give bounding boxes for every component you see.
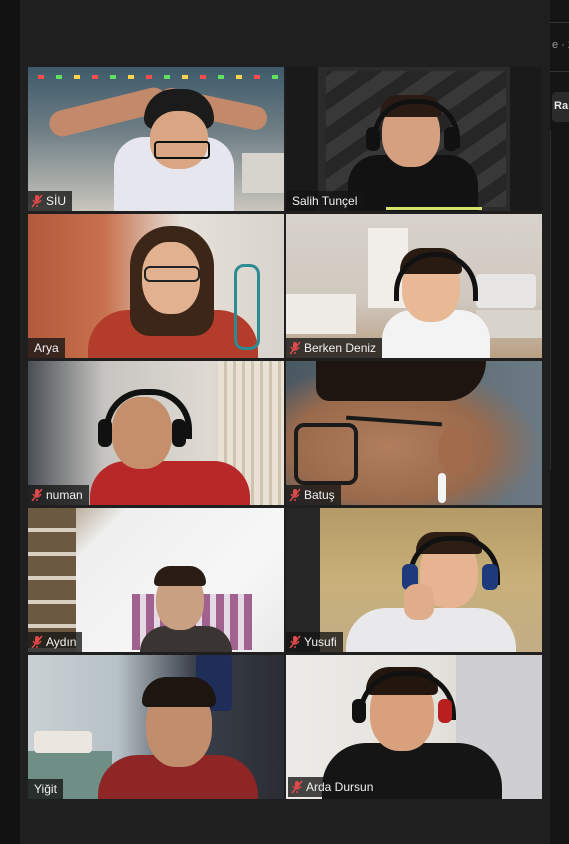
right-panel-divider: [550, 130, 551, 470]
participant-name: Salih Tunçel: [292, 194, 358, 208]
video-tile[interactable]: Yusufi: [286, 508, 542, 652]
participant-name: Yusufi: [304, 635, 337, 649]
muted-mic-icon: [289, 635, 301, 649]
muted-mic-icon: [31, 194, 43, 208]
video-tile[interactable]: numan: [28, 361, 284, 505]
participant-name-tag: Batuş: [286, 485, 341, 505]
left-edge: [0, 0, 20, 844]
right-side-panel: e · 2 Ra: [550, 0, 569, 844]
participant-name: Aydın: [46, 635, 77, 649]
participant-name: SİU: [46, 194, 67, 208]
participant-name: Yiğit: [34, 782, 57, 796]
right-panel-button-label: Ra: [554, 100, 569, 112]
participant-name: Arya: [34, 341, 59, 355]
participant-name-tag: Salih Tunçel: [286, 191, 364, 211]
participant-name-tag: Aydın: [28, 632, 83, 652]
right-panel-button[interactable]: Ra: [552, 92, 569, 122]
participant-name: Berken Deniz: [304, 341, 377, 355]
muted-mic-icon: [31, 635, 43, 649]
muted-mic-icon: [291, 780, 303, 794]
muted-mic-icon: [289, 488, 301, 502]
video-tile-active-speaker[interactable]: Arda Dursun: [286, 655, 542, 799]
muted-mic-icon: [289, 341, 301, 355]
participant-name-tag: Yiğit: [28, 779, 63, 799]
participant-name-tag: Yusufi: [286, 632, 343, 652]
participant-name-tag: Arda Dursun: [288, 777, 380, 797]
video-tile[interactable]: Yiğit: [28, 655, 284, 799]
participant-name-tag: numan: [28, 485, 89, 505]
participant-name-tag: SİU: [28, 191, 73, 211]
video-tile[interactable]: Salih Tunçel: [286, 67, 542, 211]
video-tile[interactable]: Arya: [28, 214, 284, 358]
video-tile[interactable]: Batuş: [286, 361, 542, 505]
right-panel-header-text: e · 2: [552, 39, 569, 51]
video-gallery: SİU Salih Tunçel Arya Berken Deniz numan…: [20, 0, 550, 844]
participant-name-tag: Berken Deniz: [286, 338, 383, 358]
muted-mic-icon: [31, 488, 43, 502]
video-tile[interactable]: Aydın: [28, 508, 284, 652]
participant-name-tag: Arya: [28, 338, 65, 358]
participant-name: Batuş: [304, 488, 335, 502]
participant-name: Arda Dursun: [306, 780, 374, 794]
participant-name: numan: [46, 488, 83, 502]
video-tile[interactable]: Berken Deniz: [286, 214, 542, 358]
video-tile[interactable]: SİU: [28, 67, 284, 211]
